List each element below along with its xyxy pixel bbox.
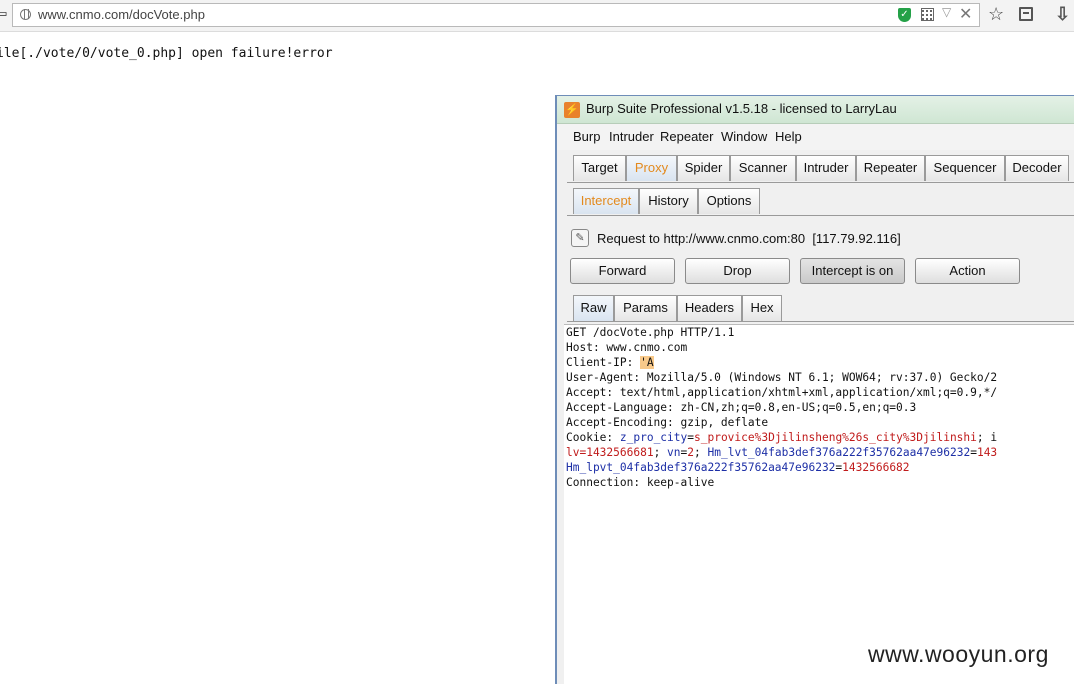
tab-decoder[interactable]: Decoder	[1005, 155, 1069, 181]
tab-raw[interactable]: Raw	[573, 295, 614, 321]
menu-burp[interactable]: Burp	[573, 129, 600, 144]
back-arrow-icon[interactable]: ⇦	[0, 6, 8, 24]
tab-sequencer[interactable]: Sequencer	[925, 155, 1005, 181]
bookmarks-icon[interactable]	[1019, 7, 1033, 21]
watermark: www.wooyun.org	[868, 641, 1049, 667]
download-icon[interactable]: ⇩	[1055, 4, 1070, 25]
tab-intercept[interactable]: Intercept	[573, 188, 639, 214]
tab-history[interactable]: History	[639, 188, 698, 214]
request-line: GET /docVote.php HTTP/1.1	[566, 326, 735, 339]
burp-logo-icon: ⚡	[564, 102, 580, 118]
menu-help[interactable]: Help	[775, 129, 802, 144]
intercept-toggle-button[interactable]: Intercept is on	[800, 258, 905, 284]
dropdown-arrow-icon[interactable]: ▽	[942, 5, 951, 19]
menubar: Burp Intruder Repeater Window Help	[557, 124, 1074, 150]
cookie-continuation: Hm_lpvt_04fab3def376a222f35762aa47e96232…	[566, 461, 910, 474]
tab-hex[interactable]: Hex	[742, 295, 782, 321]
tab-scanner[interactable]: Scanner	[730, 155, 796, 181]
pencil-icon[interactable]: ✎	[571, 229, 589, 247]
user-agent-header: User-Agent: Mozilla/5.0 (Windows NT 6.1;…	[566, 371, 998, 384]
menu-repeater[interactable]: Repeater	[660, 129, 713, 144]
action-button[interactable]: Action	[915, 258, 1020, 284]
shield-icon[interactable]: ✓	[898, 8, 911, 22]
tab-options[interactable]: Options	[698, 188, 760, 214]
tab-proxy[interactable]: Proxy	[626, 155, 677, 181]
tab-repeater[interactable]: Repeater	[856, 155, 925, 181]
browser-toolbar: ⇦ www.cnmo.com/docVote.php ✓ ▽ ✕ ☆ ⇩	[0, 0, 1074, 32]
url-text[interactable]: www.cnmo.com/docVote.php	[38, 7, 205, 22]
tab-intruder[interactable]: Intruder	[796, 155, 856, 181]
burp-titlebar[interactable]: ⚡ Burp Suite Professional v1.5.18 - lice…	[557, 96, 1074, 124]
tab-target[interactable]: Target	[573, 155, 626, 181]
cookie-continuation: lv=1432566681; vn=2; Hm_lvt_04fab3def376…	[566, 446, 998, 459]
qr-code-icon[interactable]	[921, 8, 934, 21]
client-ip-header: Client-IP: 'A	[566, 356, 654, 369]
accept-language-header: Accept-Language: zh-CN,zh;q=0.8,en-US;q=…	[566, 401, 917, 414]
accept-encoding-header: Accept-Encoding: gzip, deflate	[566, 416, 769, 429]
close-icon[interactable]: ✕	[959, 4, 972, 24]
drop-button[interactable]: Drop	[685, 258, 790, 284]
forward-button[interactable]: Forward	[570, 258, 675, 284]
star-icon[interactable]: ☆	[988, 4, 1004, 25]
menu-window[interactable]: Window	[721, 129, 767, 144]
window-title: Burp Suite Professional v1.5.18 - licens…	[586, 101, 897, 116]
connection-header: Connection: keep-alive	[566, 476, 715, 489]
cookie-header: Cookie: z_pro_city=s_provice%3Djilinshen…	[566, 431, 998, 444]
host-header: Host: www.cnmo.com	[566, 341, 688, 354]
tab-divider	[567, 321, 1074, 322]
tab-spider[interactable]: Spider	[677, 155, 730, 181]
tab-divider	[567, 215, 1074, 216]
burp-window: ⚡ Burp Suite Professional v1.5.18 - lice…	[555, 95, 1074, 686]
address-bar[interactable]: www.cnmo.com/docVote.php ✓ ▽ ✕	[12, 3, 980, 27]
tab-divider	[567, 182, 1074, 183]
accept-header: Accept: text/html,application/xhtml+xml,…	[566, 386, 998, 399]
page-error-message: ile[./vote/0/vote_0.php] open failure!er…	[0, 46, 333, 61]
request-editor[interactable]: GET /docVote.php HTTP/1.1 Host: www.cnmo…	[564, 324, 1074, 686]
injected-value: 'A	[640, 356, 654, 369]
request-target: Request to http://www.cnmo.com:80 [117.7…	[597, 231, 901, 246]
globe-icon	[20, 9, 31, 20]
tab-params[interactable]: Params	[614, 295, 677, 321]
menu-intruder[interactable]: Intruder	[609, 129, 654, 144]
tab-headers[interactable]: Headers	[677, 295, 742, 321]
